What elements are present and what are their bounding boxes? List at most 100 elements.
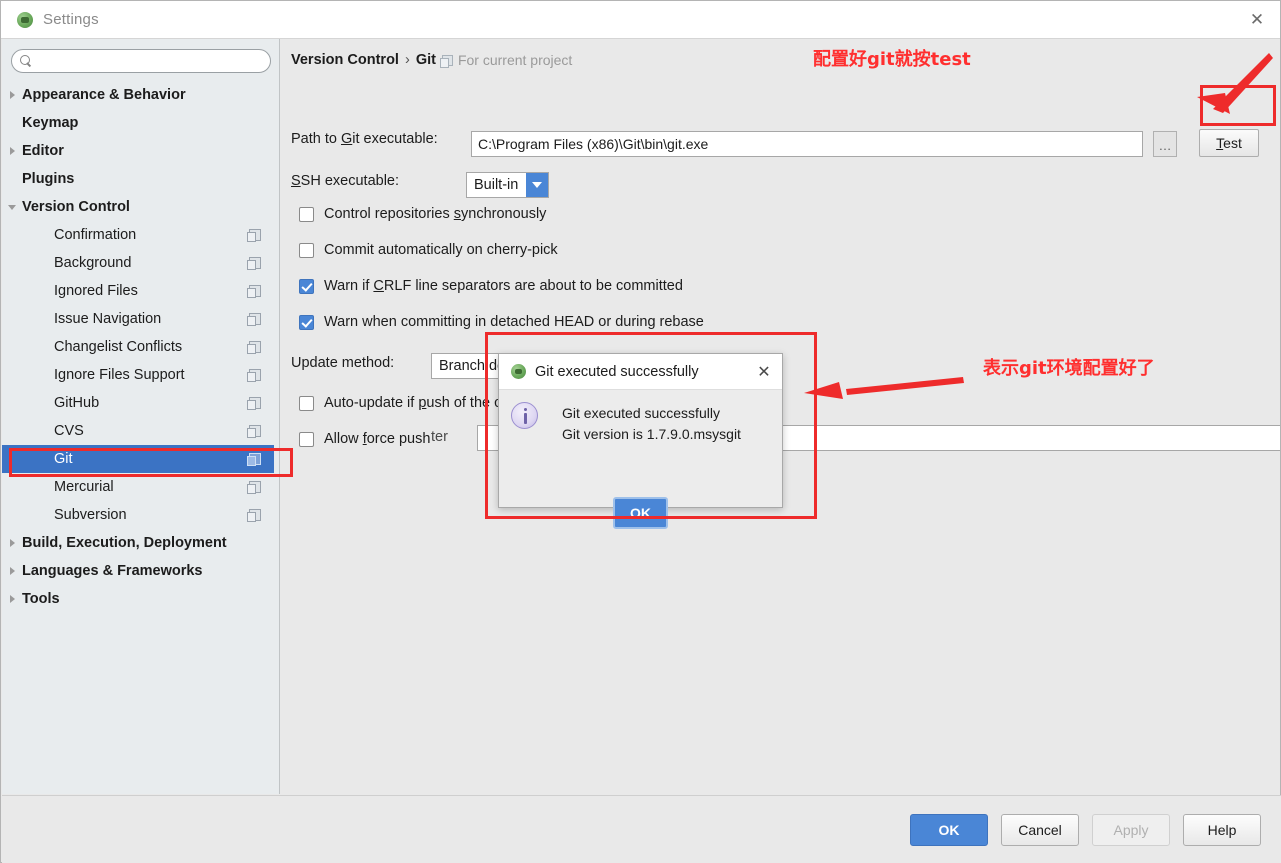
project-scope-icon — [247, 481, 261, 494]
git-result-dialog: Git executed successfully ✕ Git executed… — [498, 353, 783, 529]
checkbox-row[interactable]: Control repositories synchronously — [299, 206, 546, 222]
checkbox-label: Control repositories synchronously — [324, 206, 547, 222]
sidebar-item-confirmation[interactable]: Confirmation — [2, 221, 279, 249]
sidebar-item-plugins[interactable]: Plugins — [2, 165, 279, 193]
sidebar-item-ignored-files[interactable]: Ignored Files — [2, 277, 279, 305]
chevron-right-icon[interactable] — [2, 539, 22, 547]
checkbox-label: Warn when committing in detached HEAD or… — [324, 314, 704, 330]
checkbox-row[interactable]: Allow force push — [299, 431, 430, 447]
help-button[interactable]: Help — [1183, 814, 1261, 846]
checkbox-unchecked-icon[interactable] — [299, 206, 314, 222]
checkbox-row[interactable]: Warn when committing in detached HEAD or… — [299, 314, 704, 330]
sidebar-item-background[interactable]: Background — [2, 249, 279, 277]
sidebar-item-subversion[interactable]: Subversion — [2, 501, 279, 529]
breadcrumb: Version Control › Git For current projec… — [291, 52, 572, 68]
breadcrumb-separator: › — [404, 52, 410, 68]
sidebar-item-label: Background — [54, 255, 132, 271]
sidebar-item-tools[interactable]: Tools — [2, 585, 279, 613]
ok-button[interactable]: OK — [910, 814, 988, 846]
sidebar-item-label: Ignore Files Support — [54, 367, 185, 383]
intellij-logo-icon — [511, 364, 526, 379]
settings-tree: Appearance & Behavior Keymap Editor Plugins… — [2, 81, 279, 613]
checkbox-row[interactable]: Commit automatically on cherry-pick — [299, 242, 558, 258]
sidebar-item-appearance-behavior[interactable]: Appearance & Behavior — [2, 81, 279, 109]
cancel-button[interactable]: Cancel — [1001, 814, 1079, 846]
ssh-executable-label: SSH executable: — [291, 173, 400, 189]
ssh-executable-value: Built-in — [474, 177, 519, 193]
sidebar-item-label: Plugins — [22, 171, 75, 187]
sidebar-item-build-execution-deployment[interactable]: Build, Execution, Deployment — [2, 529, 279, 557]
sidebar-item-label: Mercurial — [54, 479, 114, 495]
update-method-label: Update method: — [291, 355, 395, 371]
breadcrumb-parent[interactable]: Version Control — [291, 52, 399, 68]
search-icon — [20, 54, 33, 68]
sidebar-item-label: Tools — [22, 591, 60, 607]
sidebar-item-label: Issue Navigation — [54, 311, 162, 327]
project-scope-icon — [247, 313, 261, 326]
project-scope-icon — [247, 453, 261, 466]
project-scope-icon — [439, 54, 453, 68]
chevron-down-icon[interactable] — [2, 204, 22, 210]
sidebar-item-label: CVS — [54, 423, 84, 439]
path-to-git-input[interactable] — [471, 131, 1143, 157]
ssh-executable-row: SSH executable: — [291, 173, 399, 189]
path-to-git-row: Path to Git executable: — [291, 131, 438, 147]
sidebar-item-keymap[interactable]: Keymap — [2, 109, 279, 137]
ssh-executable-dropdown[interactable]: Built-in — [466, 172, 550, 198]
sidebar-item-changelist-conflicts[interactable]: Changelist Conflicts — [2, 333, 279, 361]
search-input[interactable] — [33, 53, 270, 69]
project-scope-icon — [247, 369, 261, 382]
checkbox-row[interactable]: Warn if CRLF line separators are about t… — [299, 278, 683, 294]
window-titlebar: Settings ✕ — [1, 1, 1280, 39]
chevron-right-icon[interactable] — [2, 91, 22, 99]
settings-window: Settings ✕ Appearance & Behavior Keymap Ed… — [0, 0, 1281, 863]
chevron-down-icon[interactable] — [526, 173, 549, 197]
sidebar-item-ignore-files-support[interactable]: Ignore Files Support — [2, 361, 279, 389]
apply-button: Apply — [1092, 814, 1170, 846]
chevron-right-icon[interactable] — [2, 567, 22, 575]
sidebar-item-label: Git — [54, 451, 73, 467]
dialog-body: Git executed successfully Git version is… — [499, 390, 782, 529]
chevron-right-icon[interactable] — [2, 595, 22, 603]
chevron-right-icon[interactable] — [2, 147, 22, 155]
sidebar-item-git[interactable]: Git — [2, 445, 279, 473]
test-button[interactable]: Test — [1199, 129, 1259, 157]
update-method-row: Update method: — [291, 355, 394, 371]
dialog-message: Git executed successfully Git version is… — [562, 403, 782, 445]
dialog-title: Git executed successfully — [535, 363, 699, 380]
sidebar-item-version-control[interactable]: Version Control — [2, 193, 279, 221]
dialog-footer: OK Cancel Apply Help — [2, 795, 1281, 863]
browse-button[interactable]: … — [1153, 131, 1177, 157]
close-icon[interactable]: ✕ — [752, 361, 776, 383]
checkbox-label: Allow force push — [324, 431, 431, 447]
protected-branches-label: ter — [431, 429, 448, 445]
dialog-titlebar: Git executed successfully ✕ — [499, 354, 782, 390]
window-title: Settings — [43, 11, 99, 28]
checkbox-checked-icon[interactable] — [299, 314, 314, 330]
project-scope-icon — [247, 285, 261, 298]
info-icon — [511, 402, 538, 429]
sidebar-item-issue-navigation[interactable]: Issue Navigation — [2, 305, 279, 333]
dialog-message-line1: Git executed successfully — [562, 405, 720, 421]
checkbox-unchecked-icon[interactable] — [299, 242, 314, 258]
sidebar-item-languages-frameworks[interactable]: Languages & Frameworks — [2, 557, 279, 585]
sidebar-item-label: Keymap — [22, 115, 79, 131]
checkbox-label: Warn if CRLF line separators are about t… — [324, 278, 683, 294]
dialog-ok-button[interactable]: OK — [613, 497, 668, 529]
sidebar-item-github[interactable]: GitHub — [2, 389, 279, 417]
sidebar-item-cvs[interactable]: CVS — [2, 417, 279, 445]
breadcrumb-current: Git — [415, 52, 436, 68]
sidebar-item-mercurial[interactable]: Mercurial — [2, 473, 279, 501]
breadcrumb-scope: For current project — [439, 52, 572, 68]
checkbox-unchecked-icon[interactable] — [299, 431, 314, 447]
close-icon[interactable]: ✕ — [1234, 1, 1280, 38]
path-to-git-label: Path to Git executable: — [291, 131, 438, 147]
checkbox-checked-icon[interactable] — [299, 278, 314, 294]
search-box[interactable] — [11, 49, 271, 73]
sidebar-item-label: Languages & Frameworks — [22, 563, 203, 579]
sidebar-item-label: Subversion — [54, 507, 127, 523]
checkbox-unchecked-icon[interactable] — [299, 395, 314, 411]
project-scope-icon — [247, 229, 261, 242]
sidebar-scrollbar[interactable] — [274, 39, 279, 794]
sidebar-item-editor[interactable]: Editor — [2, 137, 279, 165]
